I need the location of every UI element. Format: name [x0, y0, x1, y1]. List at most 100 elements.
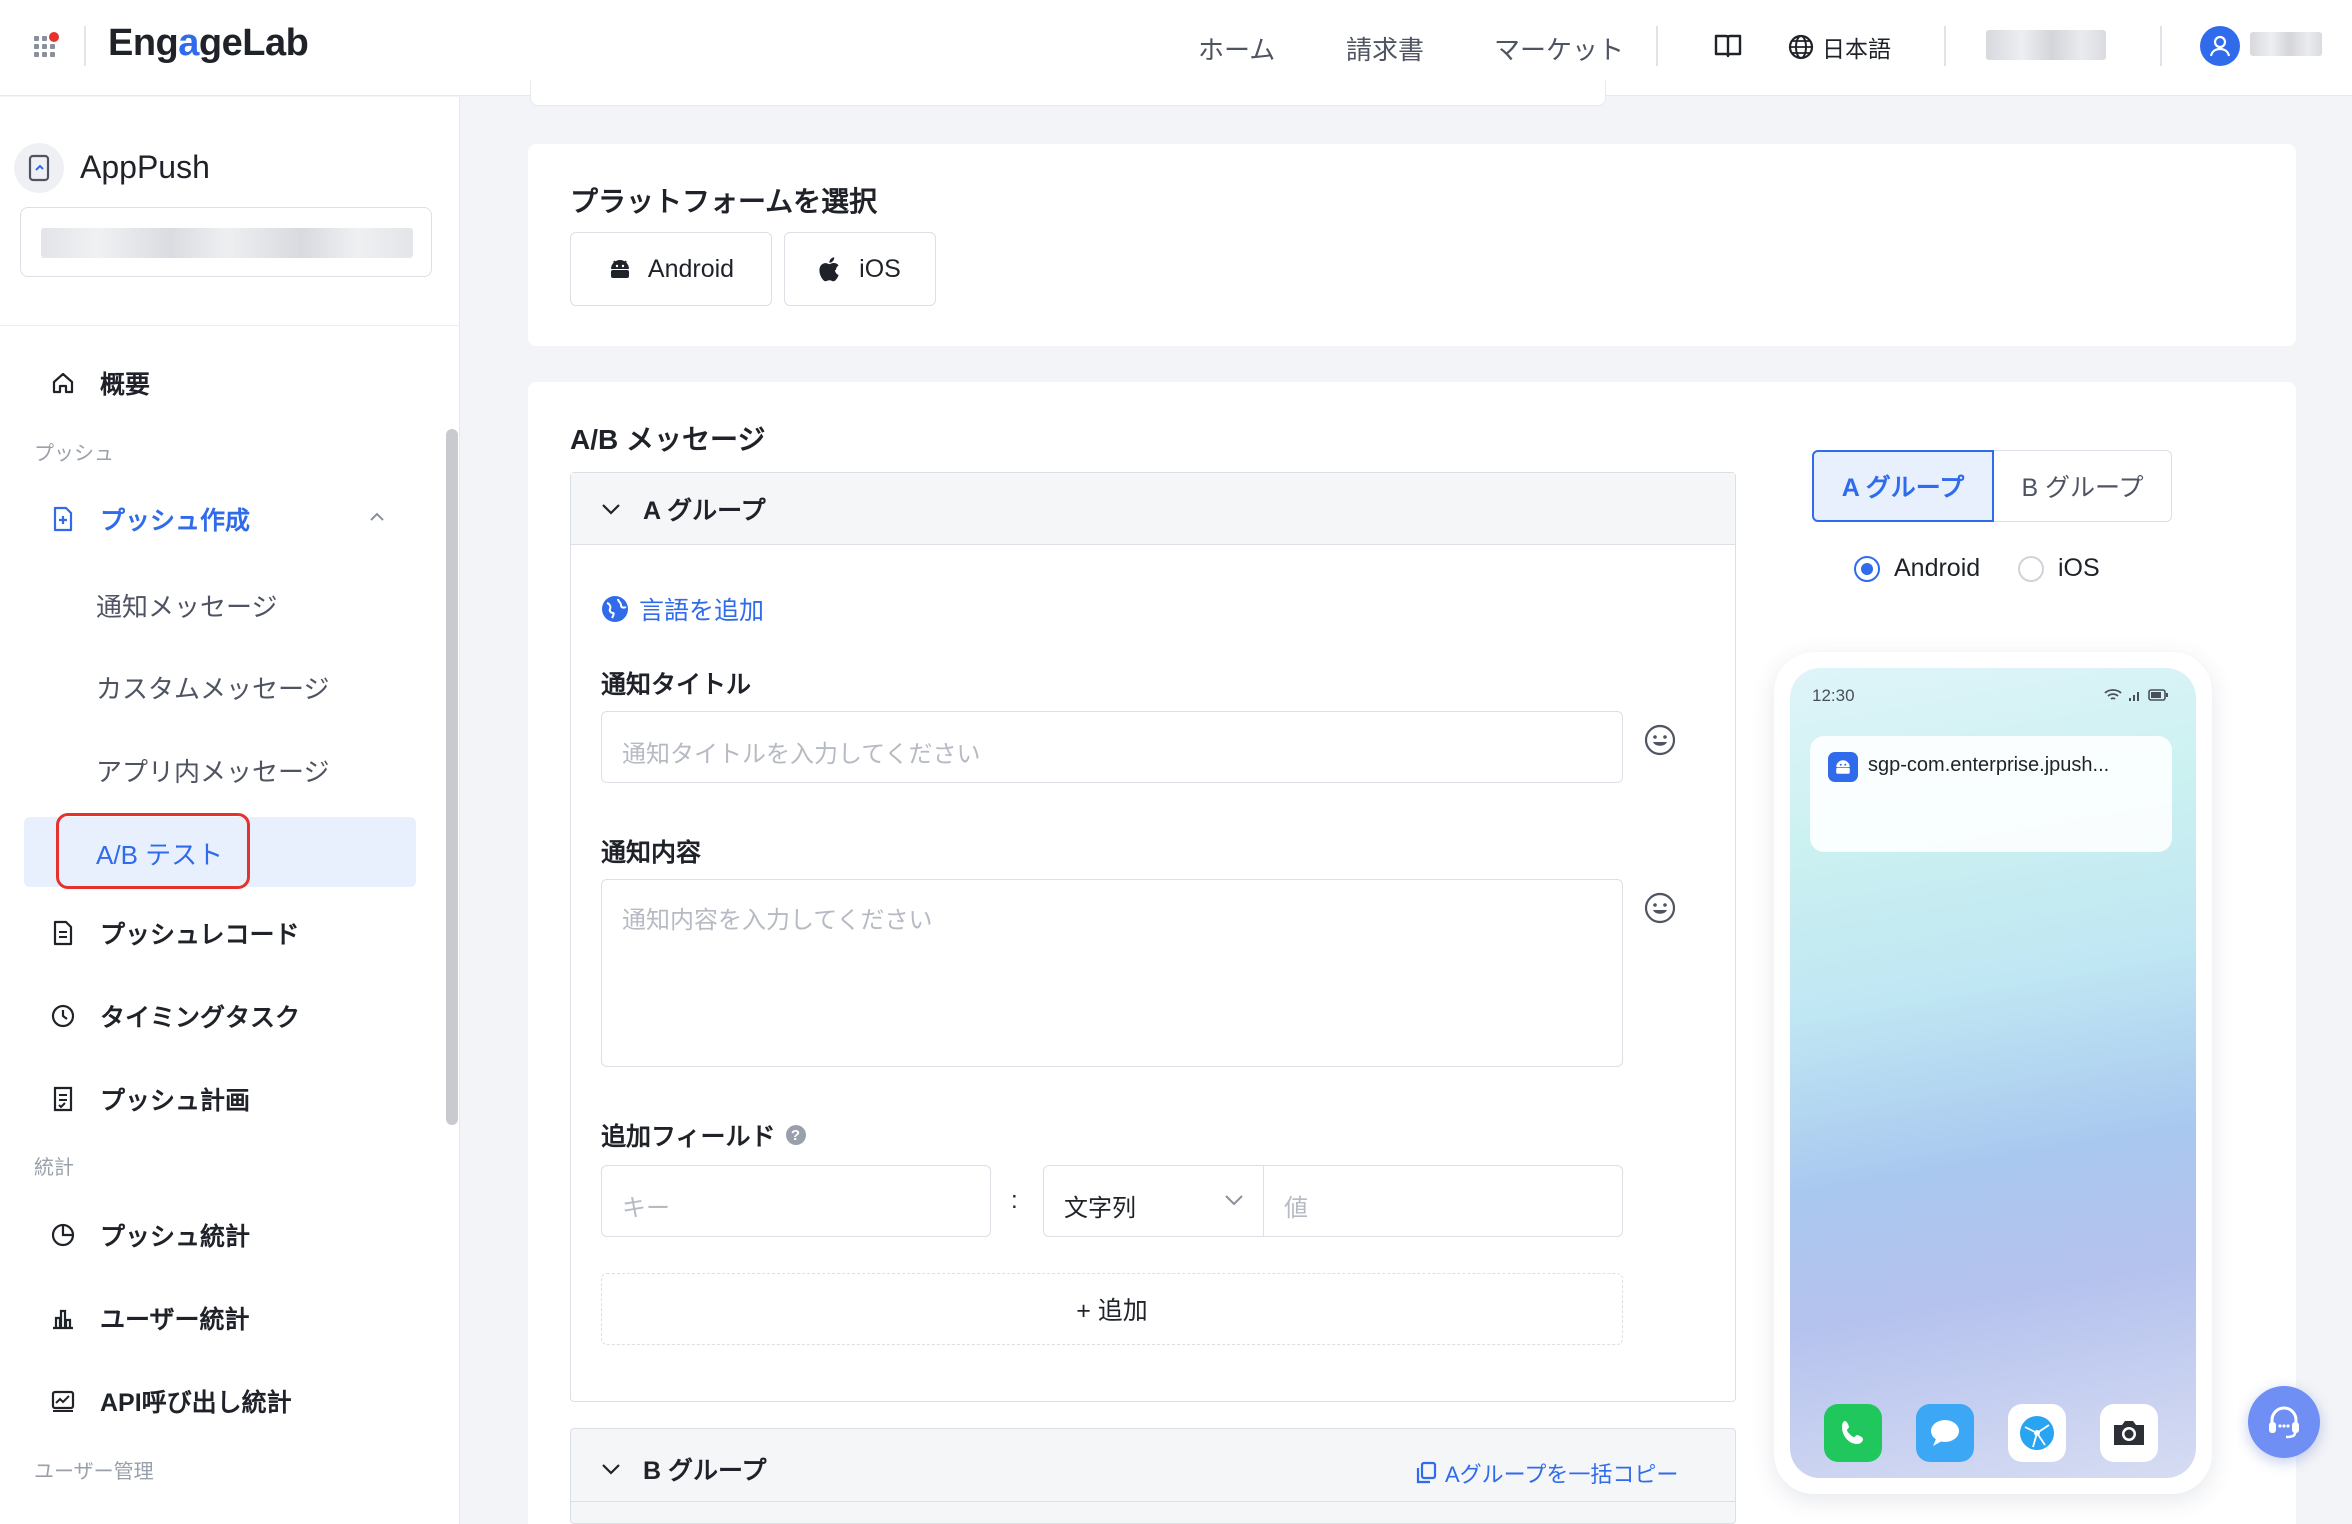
messages-app-icon — [1916, 1404, 1974, 1462]
platform-card: プラットフォームを選択 Android iOS — [528, 144, 2296, 346]
user-name-redacted[interactable] — [2250, 32, 2322, 56]
copy-group-a-button[interactable]: Aグループを一括コピー — [1415, 1457, 1678, 1489]
group-b-divider — [571, 1501, 1735, 1502]
user-avatar[interactable] — [2200, 26, 2240, 66]
group-b-header[interactable]: B グループ — [601, 1451, 767, 1487]
browser-app-icon — [2008, 1404, 2066, 1462]
group-a-label: A グループ — [643, 496, 766, 525]
home-icon — [48, 368, 78, 398]
chevron-up-icon[interactable] — [368, 511, 386, 523]
status-icons — [2104, 688, 2168, 702]
emoji-icon[interactable] — [1643, 891, 1677, 925]
extra-value-placeholder: 値 — [1284, 1195, 1308, 1222]
apple-icon — [819, 257, 839, 282]
notification-app-name: sgp-com.enterprise.jpush... — [1868, 754, 2110, 776]
headset-icon — [2269, 1406, 2299, 1439]
sidebar-item-label: タイミングタスク — [100, 1004, 301, 1032]
notification-content-label: 通知内容 — [601, 839, 702, 867]
extra-field-label-row: 追加フィールド ? — [601, 1117, 806, 1153]
nav-billing[interactable]: 請求書 — [1346, 30, 1424, 67]
sidebar-item-label: プッシュレコード — [100, 921, 300, 949]
group-b-panel[interactable]: B グループ Aグループを一括コピー — [570, 1428, 1736, 1524]
app-name: AppPush — [80, 149, 210, 185]
sidebar-item-overview[interactable]: 概要 — [24, 351, 416, 415]
extra-key-input[interactable]: キー — [601, 1165, 991, 1237]
sidebar-scrollbar[interactable] — [446, 429, 458, 1125]
notification-content-input[interactable]: 通知内容を入力してください — [601, 879, 1623, 1067]
extra-type-select[interactable]: 文字列 — [1043, 1165, 1265, 1237]
nav-market[interactable]: マーケット — [1494, 30, 1624, 67]
header-separator — [1944, 26, 1946, 66]
phone-screen: 12:30 sgp-com.enterprise.jpush... — [1790, 668, 2196, 1478]
sidebar-subitem-custom-message[interactable]: カスタムメッセージ — [96, 669, 329, 706]
notification-content-placeholder: 通知内容を入力してください — [622, 907, 933, 934]
phone-app-icon — [1824, 1404, 1882, 1462]
ab-message-title: A/B メッセージ — [570, 424, 766, 455]
book-icon[interactable] — [1714, 33, 1742, 59]
globe-icon — [602, 596, 628, 622]
sidebar-item-push-create[interactable]: プッシュ作成 — [24, 487, 416, 551]
sidebar-item-label: プッシュ統計 — [100, 1223, 251, 1251]
wifi-icon — [2104, 689, 2122, 700]
sidebar-item-push-record[interactable]: プッシュレコード — [24, 901, 416, 965]
sidebar-section-stats: 統計 — [34, 1157, 74, 1179]
sidebar-subitem-notification-message[interactable]: 通知メッセージ — [96, 587, 277, 624]
sidebar-item-label: プッシュ作成 — [100, 507, 251, 535]
language-switcher[interactable]: 日本語 — [1788, 30, 1891, 64]
sidebar-item-push-stats[interactable]: プッシュ統計 — [24, 1203, 416, 1267]
sidebar-subitem-in-app-message[interactable]: アプリ内メッセージ — [96, 752, 329, 789]
platform-android-button[interactable]: Android — [570, 232, 772, 306]
notification-preview-card: sgp-com.enterprise.jpush... — [1810, 736, 2172, 852]
emoji-icon[interactable] — [1643, 723, 1677, 757]
platform-title: プラットフォームを選択 — [570, 186, 878, 217]
extra-field-label: 追加フィールド — [601, 1123, 776, 1151]
key-value-colon: : — [1011, 1187, 1018, 1214]
preview-tab-group-b[interactable]: B グループ — [1994, 450, 2172, 522]
sidebar-item-timing-task[interactable]: タイミングタスク — [24, 984, 416, 1048]
app-grid-icon[interactable] — [34, 32, 60, 58]
sidebar-item-user-stats[interactable]: ユーザー統計 — [24, 1286, 416, 1350]
copy-icon — [1416, 1461, 1437, 1484]
document-add-icon — [48, 504, 78, 534]
extra-value-input[interactable]: 値 — [1263, 1165, 1623, 1237]
group-a-header[interactable]: A グループ — [571, 473, 1735, 545]
customer-support-button[interactable] — [2248, 1386, 2320, 1458]
camera-app-icon — [2100, 1404, 2158, 1462]
sidebar-item-label: API呼び出し統計 — [100, 1389, 292, 1417]
notification-title-input[interactable]: 通知タイトルを入力してください — [601, 711, 1623, 783]
add-language-link[interactable]: 言語を追加 — [601, 591, 764, 627]
platform-android-label: Android — [647, 254, 735, 283]
chevron-down-icon — [601, 503, 621, 515]
platform-ios-button[interactable]: iOS — [784, 232, 936, 306]
android-app-icon — [1828, 752, 1858, 782]
copy-group-a-label: Aグループを一括コピー — [1445, 1462, 1679, 1487]
nav-home[interactable]: ホーム — [1198, 30, 1275, 67]
record-icon — [48, 918, 78, 948]
platform-ios-label: iOS — [859, 254, 901, 283]
engagelab-logo[interactable]: EngageLab — [108, 22, 309, 65]
app-selector[interactable] — [20, 207, 432, 277]
preview-radio-android[interactable]: Android — [1854, 554, 1980, 583]
account-info-redacted[interactable] — [1986, 30, 2106, 60]
globe-icon — [1788, 34, 1814, 60]
sidebar-item-push-plan[interactable]: プッシュ計画 — [24, 1067, 416, 1131]
preview-radio-ios[interactable]: iOS — [2018, 554, 2100, 583]
help-icon[interactable]: ? — [785, 1125, 806, 1145]
sidebar-item-label: 概要 — [100, 371, 151, 399]
chevron-down-icon — [1224, 1194, 1244, 1206]
app-key-redacted — [41, 228, 413, 258]
bar-chart-icon — [48, 1303, 78, 1333]
notification-title-label: 通知タイトル — [601, 671, 752, 699]
group-a-panel: A グループ 言語を追加 通知タイトル 通知タイトルを入力してください 通知内容… — [570, 472, 1736, 1402]
sidebar-item-api-stats[interactable]: API呼び出し統計 — [24, 1369, 416, 1433]
extra-type-value: 文字列 — [1064, 1195, 1136, 1222]
sidebar-section-user-management: ユーザー管理 — [34, 1461, 154, 1483]
previous-card-edge — [530, 80, 1606, 106]
status-time: 12:30 — [1812, 686, 1855, 705]
line-chart-icon — [48, 1386, 78, 1416]
signal-icon — [2129, 692, 2139, 701]
preview-tab-group-a[interactable]: A グループ — [1812, 450, 1994, 522]
sidebar-item-label: ユーザー統計 — [100, 1306, 250, 1334]
add-field-button[interactable]: + 追加 — [601, 1273, 1623, 1345]
app-icon — [14, 143, 64, 193]
